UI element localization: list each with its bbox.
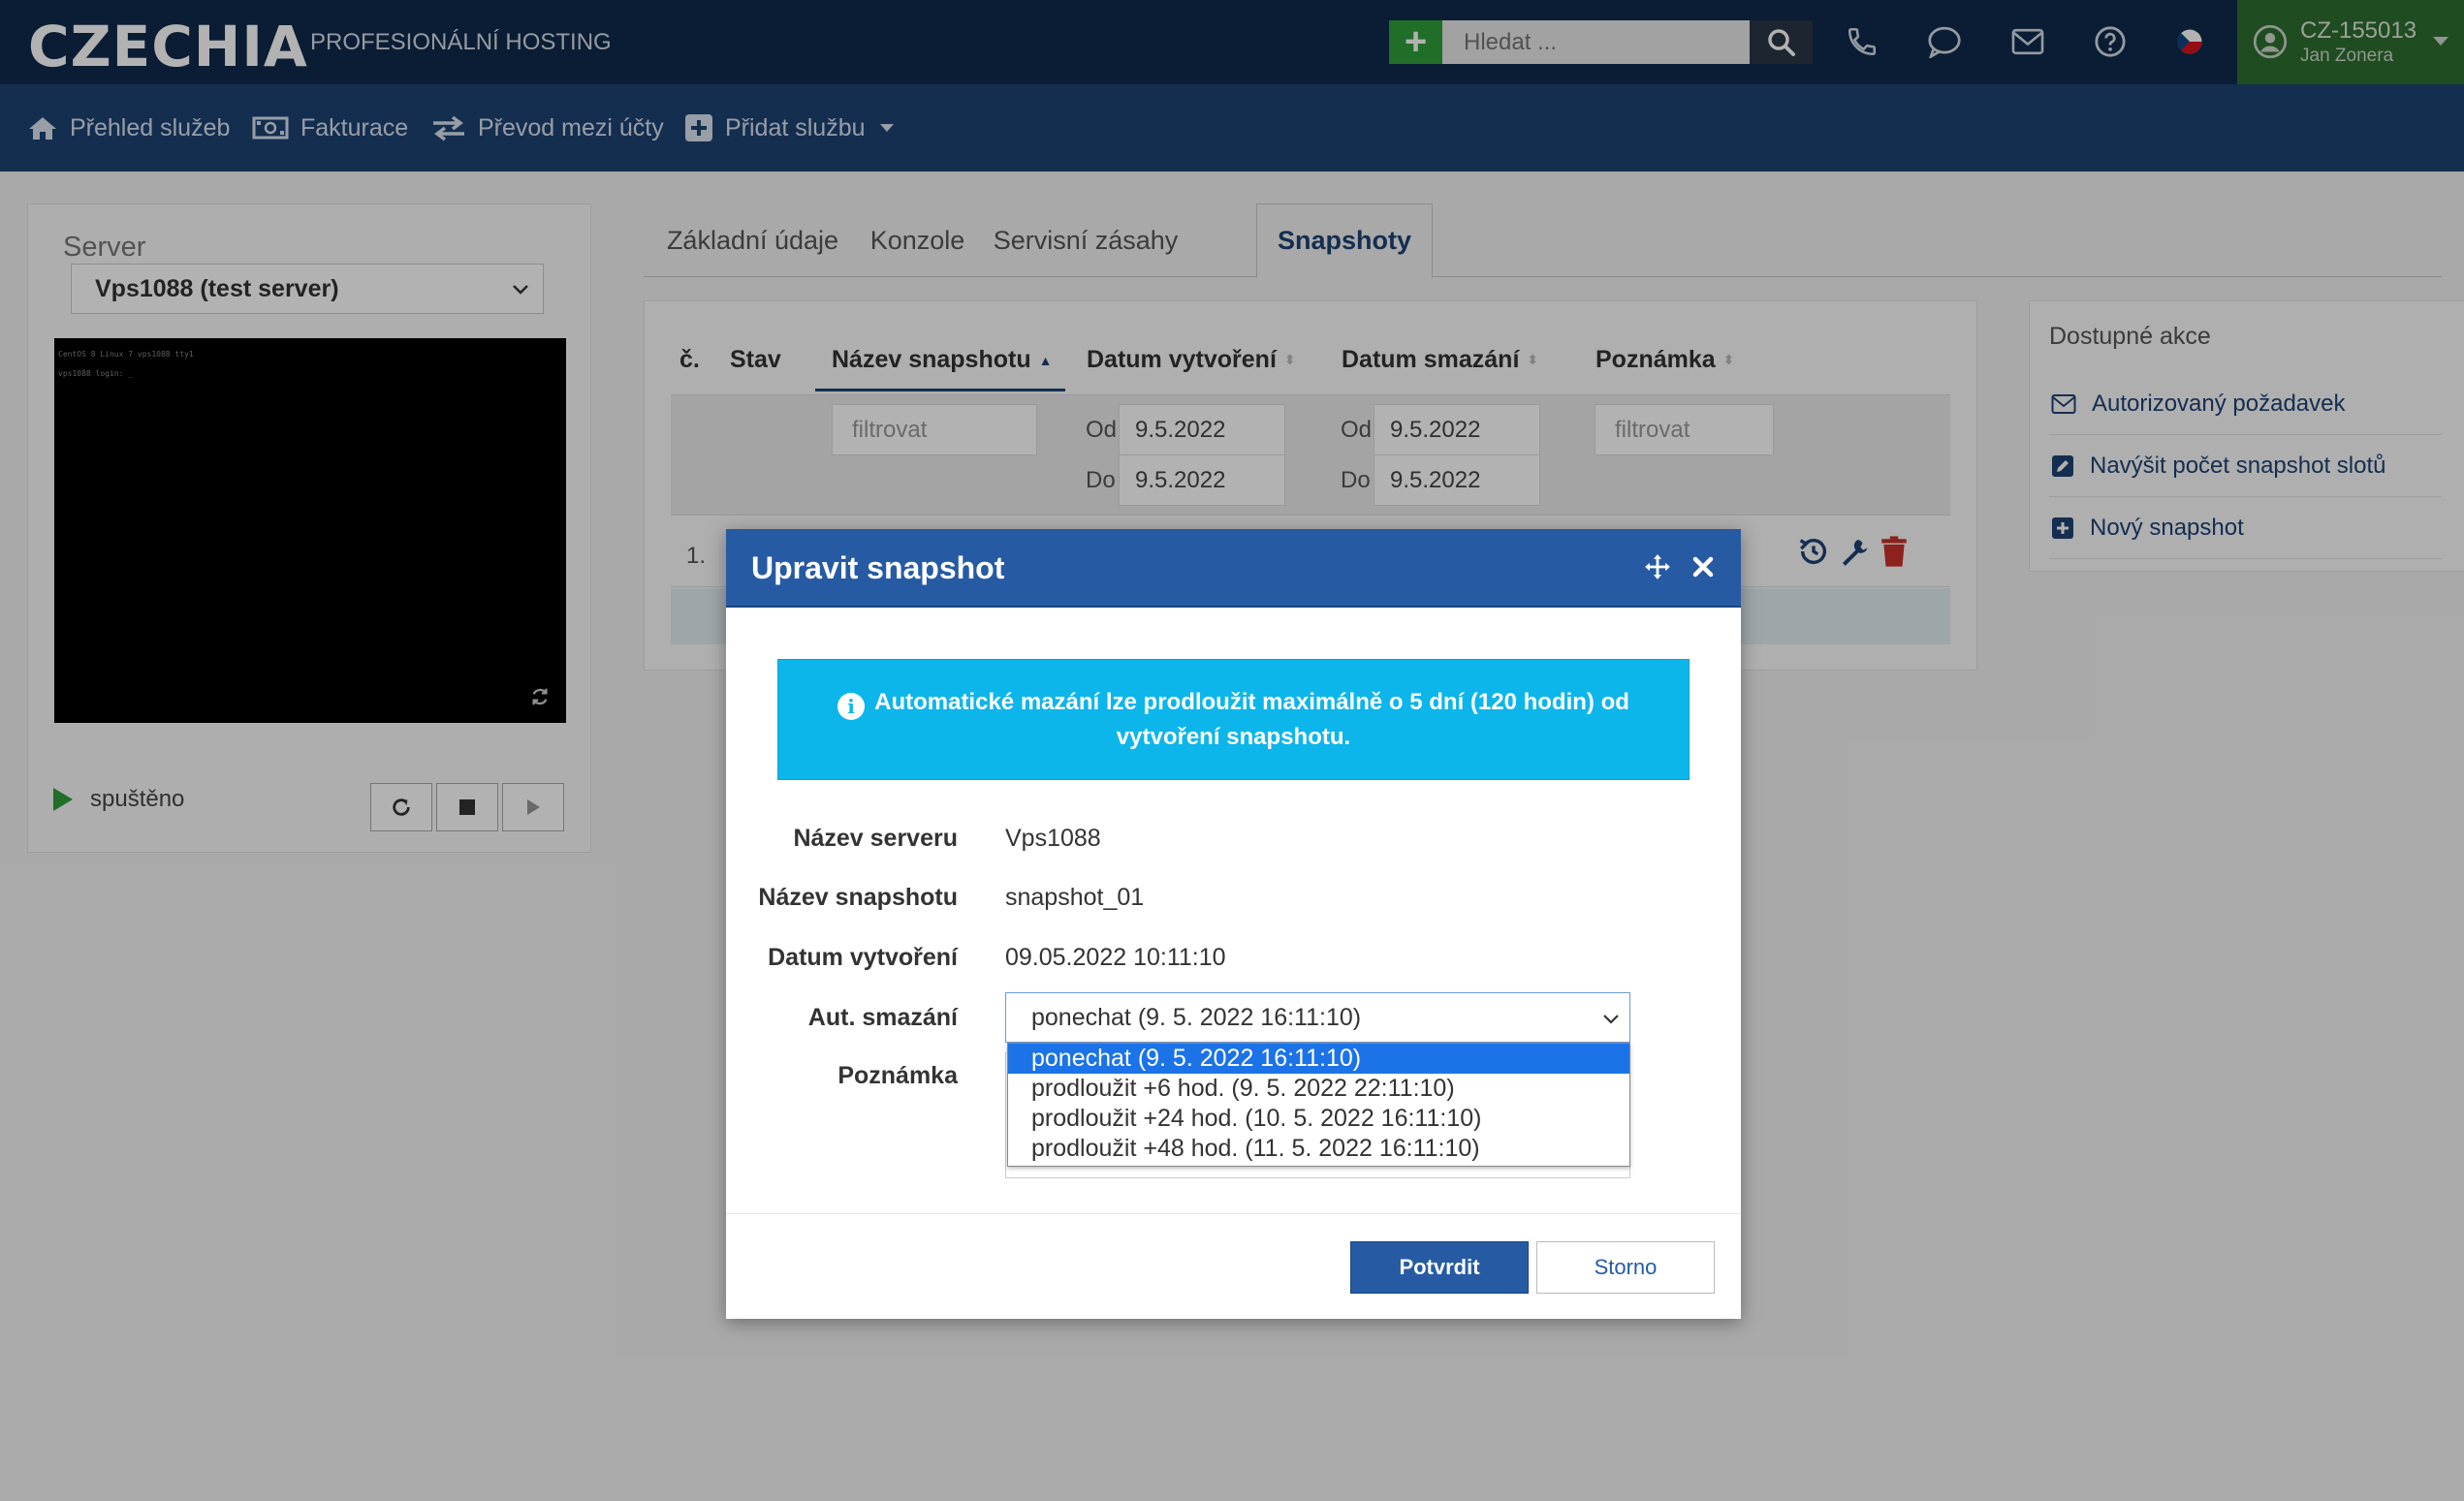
auto-delete-label: Aut. smazání [807, 1004, 958, 1031]
snapshot-name-label: Název snapshotu [758, 884, 958, 911]
info-alert: i Automatické mazání lze prodloužit maxim… [777, 659, 1690, 780]
close-button[interactable] [1687, 550, 1720, 583]
created-date-value: 09.05.2022 10:11:10 [1005, 944, 1226, 971]
dropdown-option[interactable]: ponechat (9. 5. 2022 16:11:10) [1008, 1044, 1629, 1074]
auto-delete-dropdown: ponechat (9. 5. 2022 16:11:10) prodlouži… [1007, 1043, 1630, 1167]
dialog-title: Upravit snapshot [751, 550, 1005, 585]
note-label: Poznámka [837, 1062, 958, 1089]
snapshot-name-value: snapshot_01 [1005, 884, 1145, 911]
dropdown-option[interactable]: prodloužit +48 hod. (11. 5. 2022 16:11:1… [1008, 1134, 1629, 1164]
move-icon [1645, 554, 1670, 579]
created-date-label: Datum vytvoření [768, 944, 958, 971]
confirm-button[interactable]: Potvrdit [1350, 1241, 1529, 1294]
chevron-down-icon [1603, 1015, 1619, 1024]
close-icon [1692, 556, 1714, 578]
server-name-value: Vps1088 [1005, 825, 1101, 852]
info-text: Automatické mazání lze prodloužit maximá… [874, 689, 1629, 750]
auto-delete-value: ponechat (9. 5. 2022 16:11:10) [1031, 1003, 1362, 1031]
server-name-label: Název serveru [793, 825, 958, 852]
edit-snapshot-dialog: Upravit snapshot i Automatické mazání lze… [726, 529, 1741, 1319]
dialog-header: Upravit snapshot [726, 529, 1741, 608]
dropdown-option[interactable]: prodloužit +6 hod. (9. 5. 2022 22:11:10) [1008, 1074, 1629, 1104]
auto-delete-select[interactable]: ponechat (9. 5. 2022 16:11:10) [1005, 992, 1630, 1043]
dropdown-option[interactable]: prodloužit +24 hod. (10. 5. 2022 16:11:1… [1008, 1104, 1629, 1134]
cancel-button[interactable]: Storno [1536, 1241, 1715, 1294]
move-handle[interactable] [1641, 550, 1674, 583]
footer-divider [726, 1213, 1741, 1214]
info-icon: i [837, 693, 866, 720]
